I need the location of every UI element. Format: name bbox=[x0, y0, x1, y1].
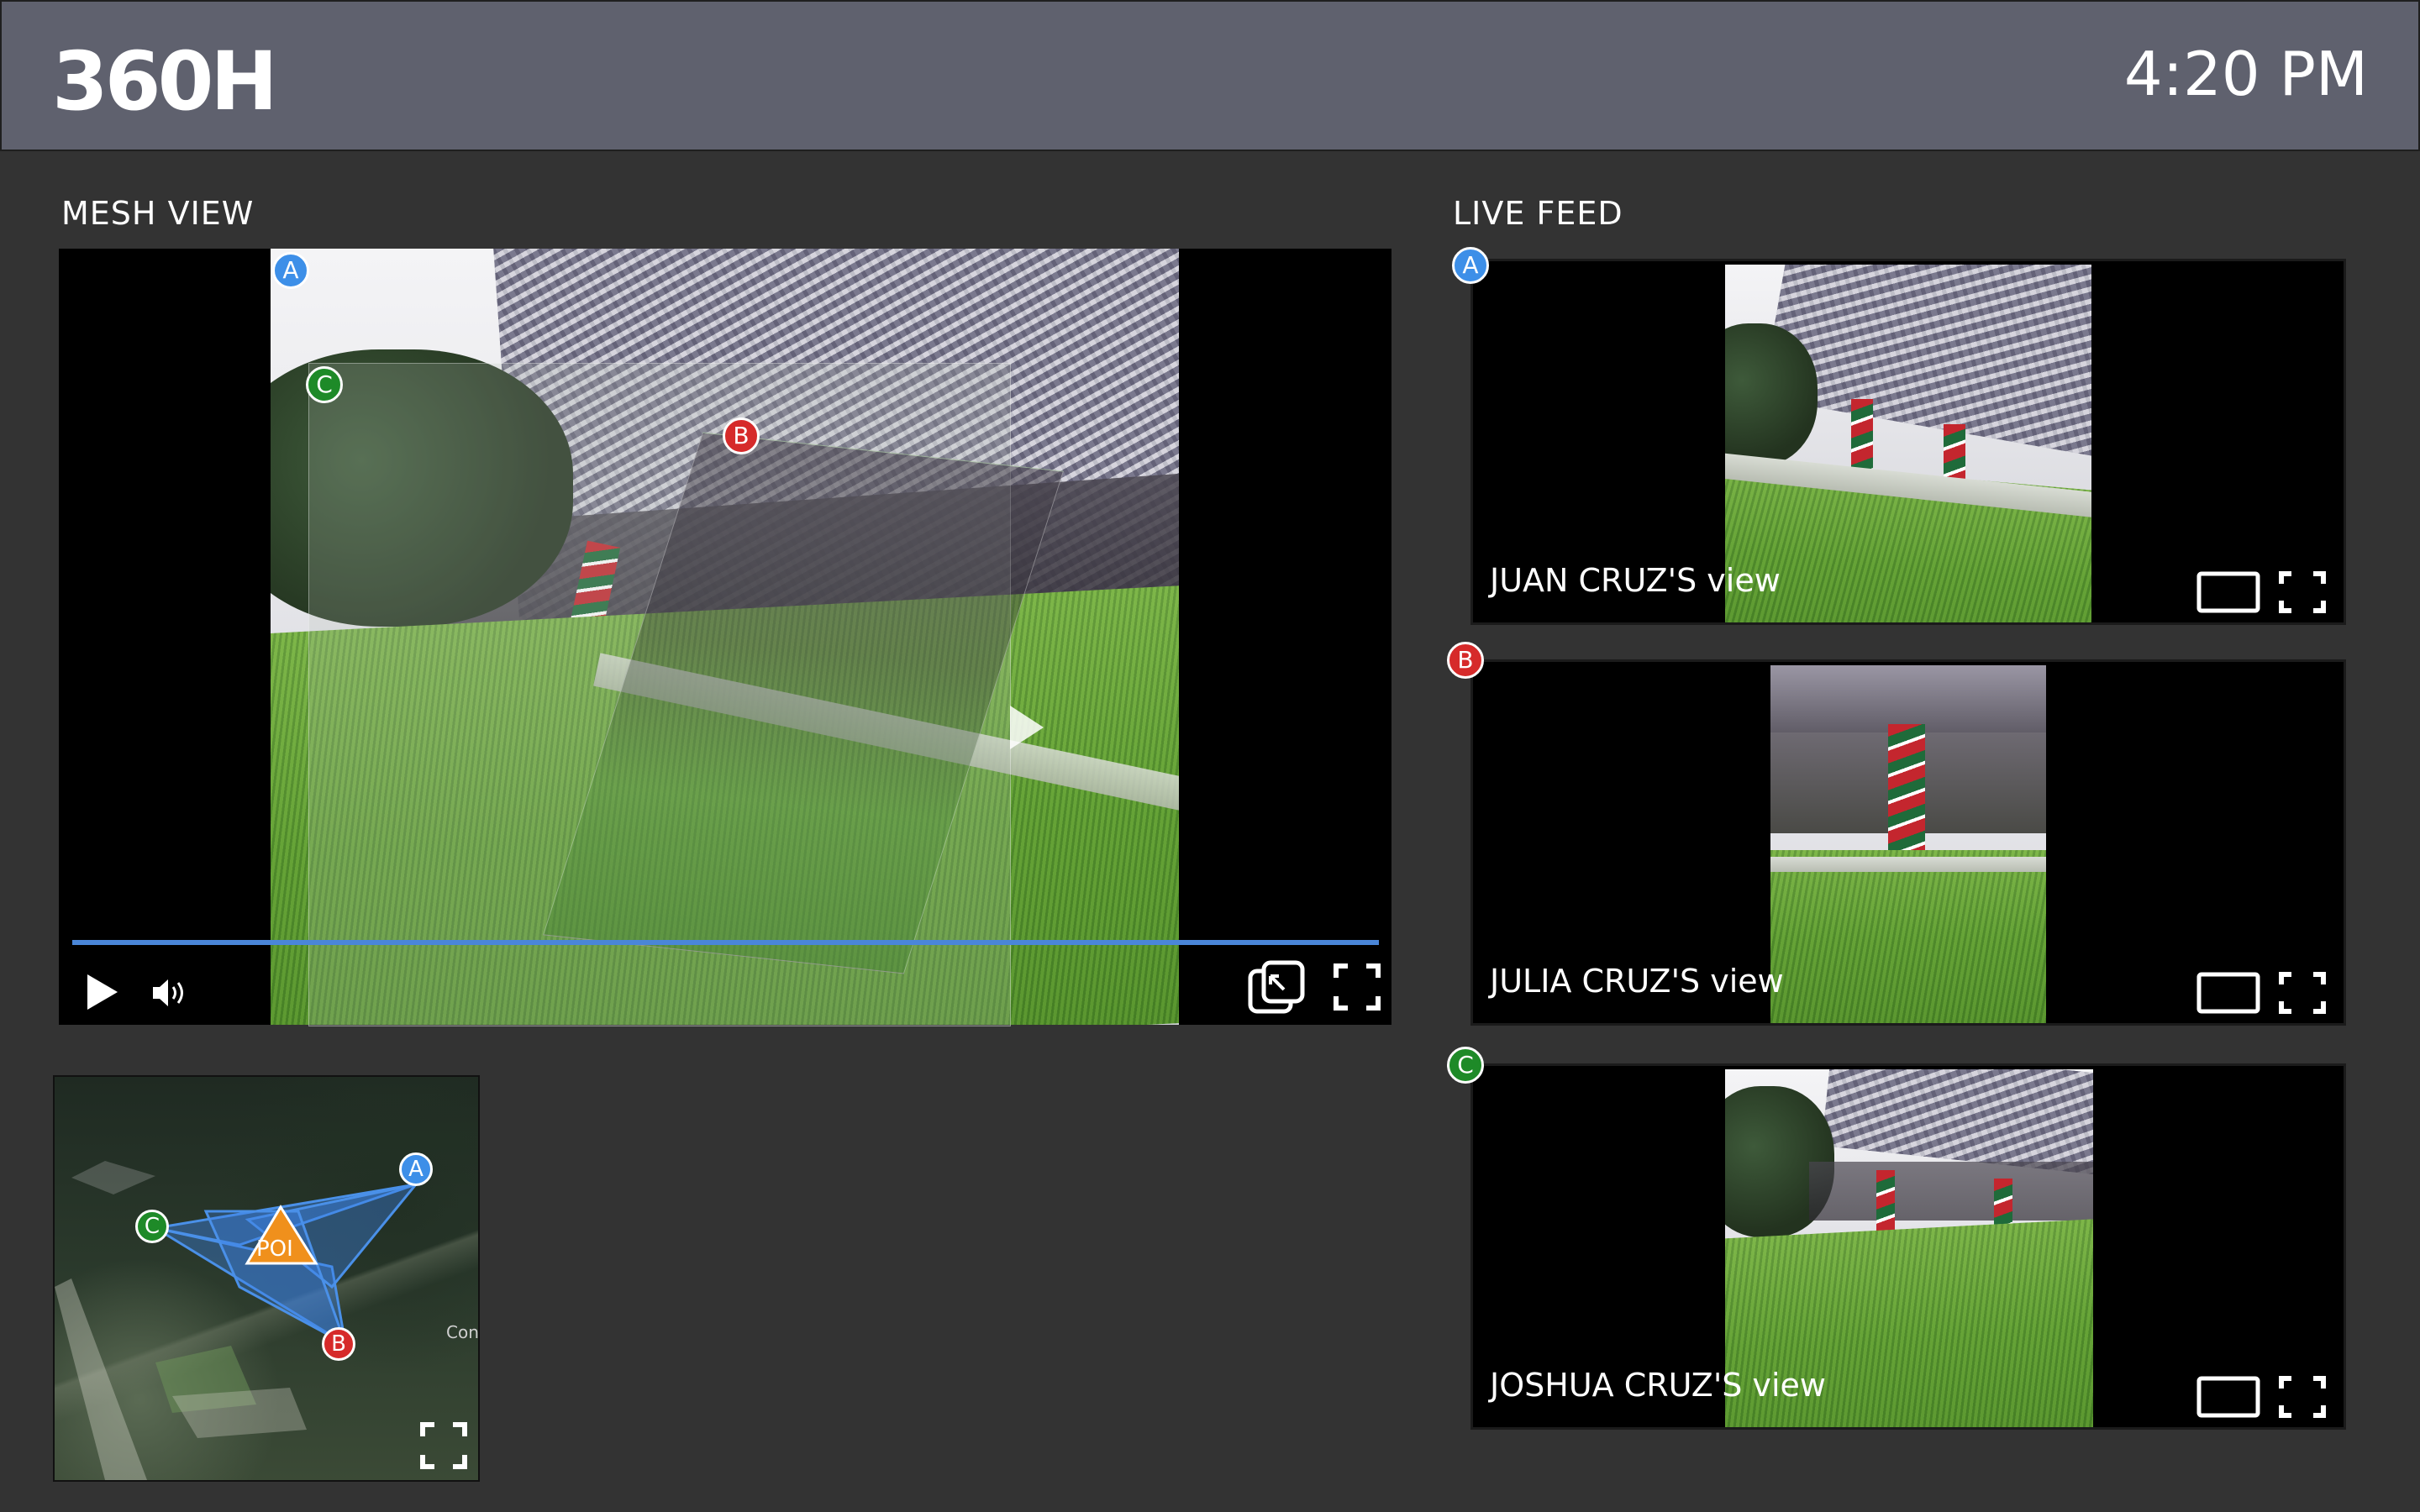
feed-a-controls bbox=[2196, 571, 2326, 613]
feed-b-controls bbox=[2196, 972, 2326, 1014]
feed-card-a[interactable]: JUAN CRUZ'S view bbox=[1470, 259, 2346, 625]
feed-label-c: JOSHUA CRUZ'S view bbox=[1490, 1367, 1826, 1404]
feed-a-fullscreen-icon[interactable] bbox=[2279, 571, 2326, 613]
volume-icon[interactable] bbox=[151, 976, 193, 1010]
poi-label: POI bbox=[256, 1236, 293, 1262]
fullscreen-icon[interactable] bbox=[1333, 963, 1381, 1011]
feed-b-video bbox=[1770, 665, 2046, 1023]
feed-b-fullscreen-icon[interactable] bbox=[2279, 972, 2326, 1014]
progress-bar[interactable] bbox=[72, 940, 1379, 945]
marker-c[interactable]: C bbox=[306, 366, 343, 403]
minimap[interactable]: POI Con A C B bbox=[53, 1075, 480, 1482]
minimap-diagram bbox=[55, 1161, 419, 1480]
app-logo: 360H bbox=[52, 34, 278, 129]
top-bar: 360H 4:20 PM bbox=[0, 0, 2420, 151]
minimap-marker-b[interactable]: B bbox=[322, 1327, 355, 1361]
feed-c-controls bbox=[2196, 1376, 2326, 1418]
feed-label-b: JULIA CRUZ'S view bbox=[1490, 963, 1784, 1000]
live-feed-title: LIVE FEED bbox=[1453, 195, 1623, 232]
feed-c-fullscreen-icon[interactable] bbox=[2279, 1376, 2326, 1418]
marker-b[interactable]: B bbox=[723, 417, 760, 454]
minimap-fullscreen-icon[interactable] bbox=[419, 1421, 468, 1470]
minimap-marker-a[interactable]: A bbox=[399, 1152, 433, 1186]
feed-marker-b: B bbox=[1447, 642, 1484, 679]
feed-marker-c: C bbox=[1447, 1047, 1484, 1084]
feed-card-b[interactable]: JULIA CRUZ'S view bbox=[1470, 659, 2346, 1026]
feed-c-window-icon[interactable] bbox=[2196, 1376, 2260, 1418]
mesh-view-player[interactable]: A C B bbox=[59, 249, 1392, 1026]
clock: 4:20 PM bbox=[2123, 39, 2368, 109]
marker-a[interactable]: A bbox=[272, 252, 309, 289]
feed-b-window-icon[interactable] bbox=[2196, 972, 2260, 1014]
feed-card-c[interactable]: JOSHUA CRUZ'S view bbox=[1470, 1063, 2346, 1430]
collapse-icon[interactable] bbox=[1247, 959, 1306, 1018]
minimap-marker-c[interactable]: C bbox=[135, 1210, 169, 1243]
feed-a-window-icon[interactable] bbox=[2196, 571, 2260, 613]
play-icon[interactable] bbox=[84, 971, 121, 1013]
map-place-label: Con bbox=[446, 1322, 479, 1342]
feed-label-a: JUAN CRUZ'S view bbox=[1490, 562, 1781, 599]
feed-marker-a: A bbox=[1452, 247, 1489, 284]
mesh-view-title: MESH VIEW bbox=[61, 195, 255, 232]
play-hint-icon bbox=[1010, 706, 1044, 749]
